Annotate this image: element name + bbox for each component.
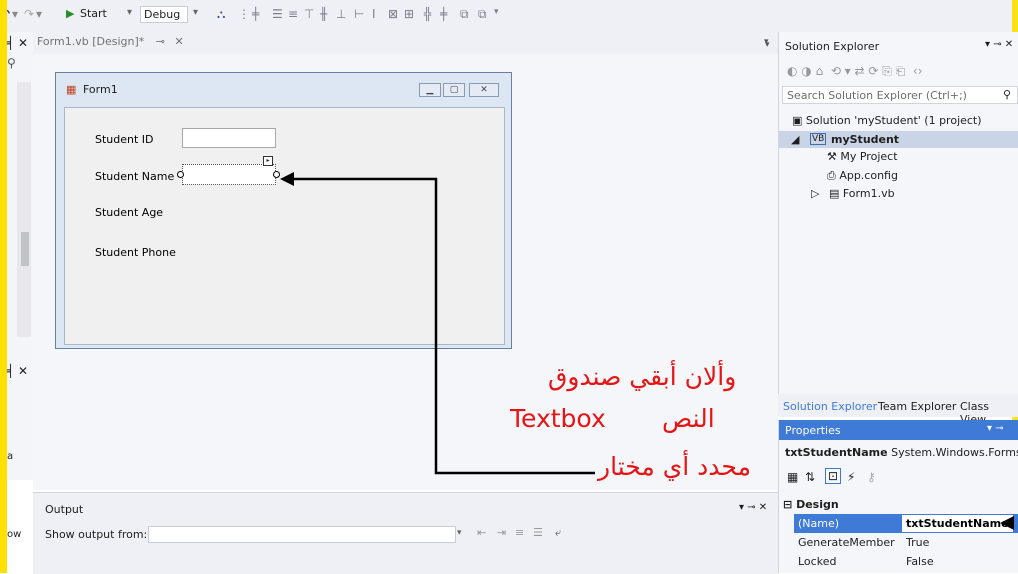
annotation-arrow-head-properties: [1000, 516, 1014, 530]
annotation-arrows: [280, 172, 1014, 530]
annotation-text-line3: محدد أي مختار: [598, 452, 751, 481]
annotation-text-line1: وألان أبقي صندوق: [548, 362, 737, 391]
annotation-arrow-head: [280, 172, 294, 186]
annotation-text-line2: النص: [662, 404, 715, 433]
annotation-text-textbox: Textbox: [510, 404, 606, 433]
